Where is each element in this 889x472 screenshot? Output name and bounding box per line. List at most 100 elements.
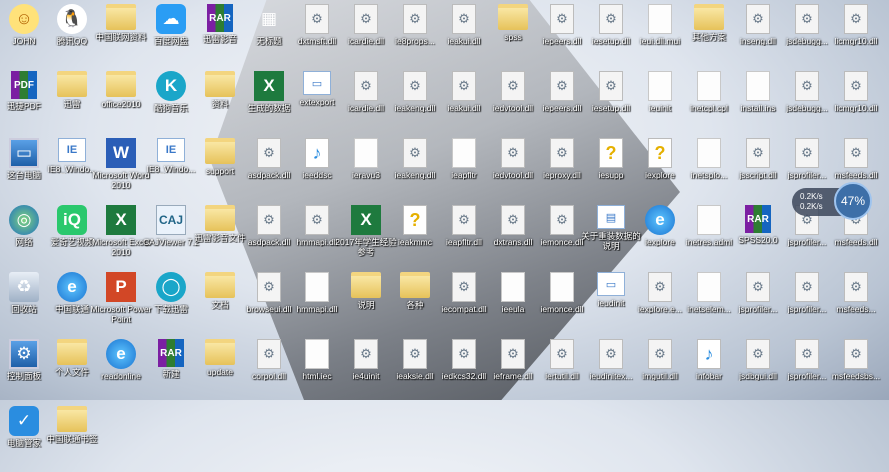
desktop-icon-label: msfeeds.dll [834, 170, 878, 180]
download-rate: 0.2K/s [800, 202, 823, 211]
dll-file-icon: ⚙ [257, 205, 281, 235]
excel-file-icon: X [254, 71, 284, 101]
file-icon [501, 272, 525, 302]
dll-file-icon: ⚙ [257, 272, 281, 302]
help-file-icon: ? [648, 138, 672, 168]
media-file-icon: ♪ [305, 138, 329, 168]
exe-file-icon: ▭ [597, 272, 625, 296]
media-file-icon: ♪ [697, 339, 721, 369]
cajviewer-icon: CAJ [156, 205, 186, 235]
table-app-icon: ▦ [260, 9, 278, 28]
winrar-icon: RAR [207, 4, 233, 32]
file-icon [550, 272, 574, 302]
dll-file-icon: ⚙ [795, 339, 819, 369]
dll-file-icon: ⚙ [403, 4, 427, 34]
dll-file-icon: ⚙ [795, 272, 819, 302]
help-file-icon: ? [599, 138, 623, 168]
ie-icon: e [57, 272, 87, 302]
desktop-icon[interactable]: ⚙ msfeedsbs... [824, 339, 888, 405]
folder-icon [57, 339, 87, 365]
folder-icon [205, 138, 235, 164]
file-icon [746, 71, 770, 101]
file-icon [648, 4, 672, 34]
dll-file-icon: ⚙ [746, 4, 770, 34]
desktop-icon[interactable]: 中国联通书签 [40, 406, 104, 472]
folder-icon [205, 339, 235, 365]
ie-icon: e [645, 205, 675, 235]
desktop-icon[interactable]: ⚙ licmgr10.dll [824, 4, 888, 70]
dll-file-icon: ⚙ [452, 205, 476, 235]
download-icon: ◯ [156, 272, 186, 302]
file-icon [697, 205, 721, 235]
folder-icon [205, 205, 235, 231]
dll-file-icon: ⚙ [648, 339, 672, 369]
document-file-icon: ▤ [597, 205, 625, 229]
dll-file-icon: ⚙ [501, 339, 525, 369]
dll-file-icon: ⚙ [257, 339, 281, 369]
dll-file-icon: ⚙ [550, 205, 574, 235]
dll-file-icon: ⚙ [746, 138, 770, 168]
control-panel-icon: ⚙ [9, 339, 39, 369]
baidu-netdisk-icon: ☁ [156, 4, 186, 34]
dll-file-icon: ⚙ [403, 138, 427, 168]
help-file-icon: ? [403, 205, 427, 235]
dll-file-icon: ⚙ [452, 339, 476, 369]
file-icon [452, 138, 476, 168]
powerpoint-icon: P [106, 272, 136, 302]
network-icon: ◎ [9, 205, 39, 235]
dll-file-icon: ⚙ [844, 272, 868, 302]
folder-icon [205, 71, 235, 97]
folder-icon [106, 71, 136, 97]
desktop-icon[interactable]: ⚙ licmgr10.dll [824, 71, 888, 137]
file-icon [354, 138, 378, 168]
folder-icon [57, 406, 87, 432]
memory-usage-ring: 47% [834, 182, 872, 220]
dll-file-icon: ⚙ [550, 71, 574, 101]
kugou-icon: K [156, 71, 186, 101]
installer-icon: IE [58, 138, 86, 162]
dll-file-icon: ⚙ [354, 339, 378, 369]
installer-icon: IE [157, 138, 185, 162]
word-icon: W [106, 138, 136, 168]
desktop: ☺ JOHN PDF 迅捷PDF ▭ 这台电脑 ◎ 网络 ♻ 回收站 ⚙ 控制面板 ✓ 电脑管家 🐧 腾讯QQ… [0, 0, 889, 448]
pc-manager-icon: ✓ [9, 406, 39, 436]
file-icon [697, 138, 721, 168]
dll-file-icon: ⚙ [501, 71, 525, 101]
dll-file-icon: ⚙ [403, 339, 427, 369]
dll-file-icon: ⚙ [305, 4, 329, 34]
dll-file-icon: ⚙ [795, 71, 819, 101]
recycle-bin-icon: ♻ [9, 272, 39, 302]
dll-file-icon: ⚙ [452, 272, 476, 302]
dll-file-icon: ⚙ [599, 339, 623, 369]
dll-file-icon: ⚙ [599, 4, 623, 34]
dll-file-icon: ⚙ [452, 4, 476, 34]
dll-file-icon: ⚙ [550, 339, 574, 369]
folder-icon [205, 272, 235, 298]
dll-file-icon: ⚙ [501, 138, 525, 168]
folder-icon [694, 4, 724, 30]
pdf-converter-icon: PDF [11, 71, 37, 99]
folder-icon [400, 272, 430, 298]
qq-icon: 🐧 [57, 4, 87, 34]
folder-icon [57, 71, 87, 97]
dll-file-icon: ⚙ [501, 205, 525, 235]
dll-file-icon: ⚙ [844, 71, 868, 101]
dll-file-icon: ⚙ [354, 71, 378, 101]
file-icon [305, 339, 329, 369]
desktop-icon-label: msfeeds... [836, 304, 876, 314]
winrar-icon: RAR [158, 339, 184, 367]
network-speed-widget[interactable]: 0.2K/s 0.2K/s 47% [792, 182, 872, 220]
desktop-icon[interactable]: ⚙ msfeeds... [824, 272, 888, 338]
dll-file-icon: ⚙ [648, 272, 672, 302]
dll-file-icon: ⚙ [795, 138, 819, 168]
ie-icon: e [106, 339, 136, 369]
upload-rate: 0.2K/s [800, 192, 823, 201]
folder-icon [351, 272, 381, 298]
excel-file-icon: X [351, 205, 381, 235]
dll-file-icon: ⚙ [844, 339, 868, 369]
excel-icon: X [106, 205, 136, 235]
dll-file-icon: ⚙ [795, 4, 819, 34]
dll-file-icon: ⚙ [354, 4, 378, 34]
desktop-icon-label: licmgr10.dll [834, 36, 878, 46]
dll-file-icon: ⚙ [403, 71, 427, 101]
